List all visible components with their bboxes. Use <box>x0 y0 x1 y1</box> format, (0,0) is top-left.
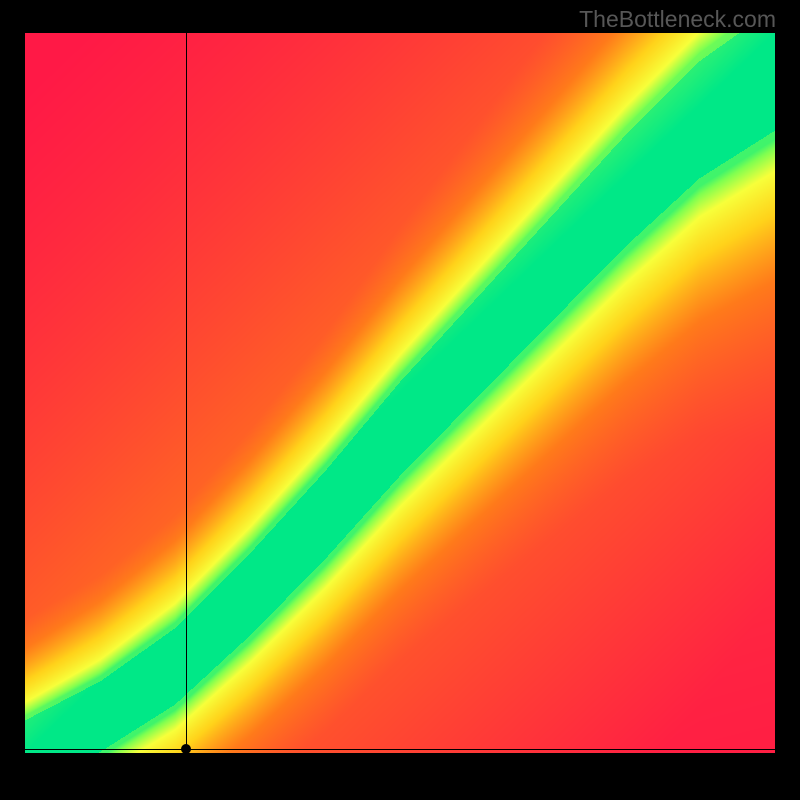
crosshair-marker <box>181 744 191 754</box>
crosshair-vertical <box>186 33 187 753</box>
heatmap-canvas <box>25 33 775 753</box>
watermark-text: TheBottleneck.com <box>579 6 776 33</box>
heatmap-plot <box>25 33 775 753</box>
crosshair-horizontal <box>25 749 775 750</box>
